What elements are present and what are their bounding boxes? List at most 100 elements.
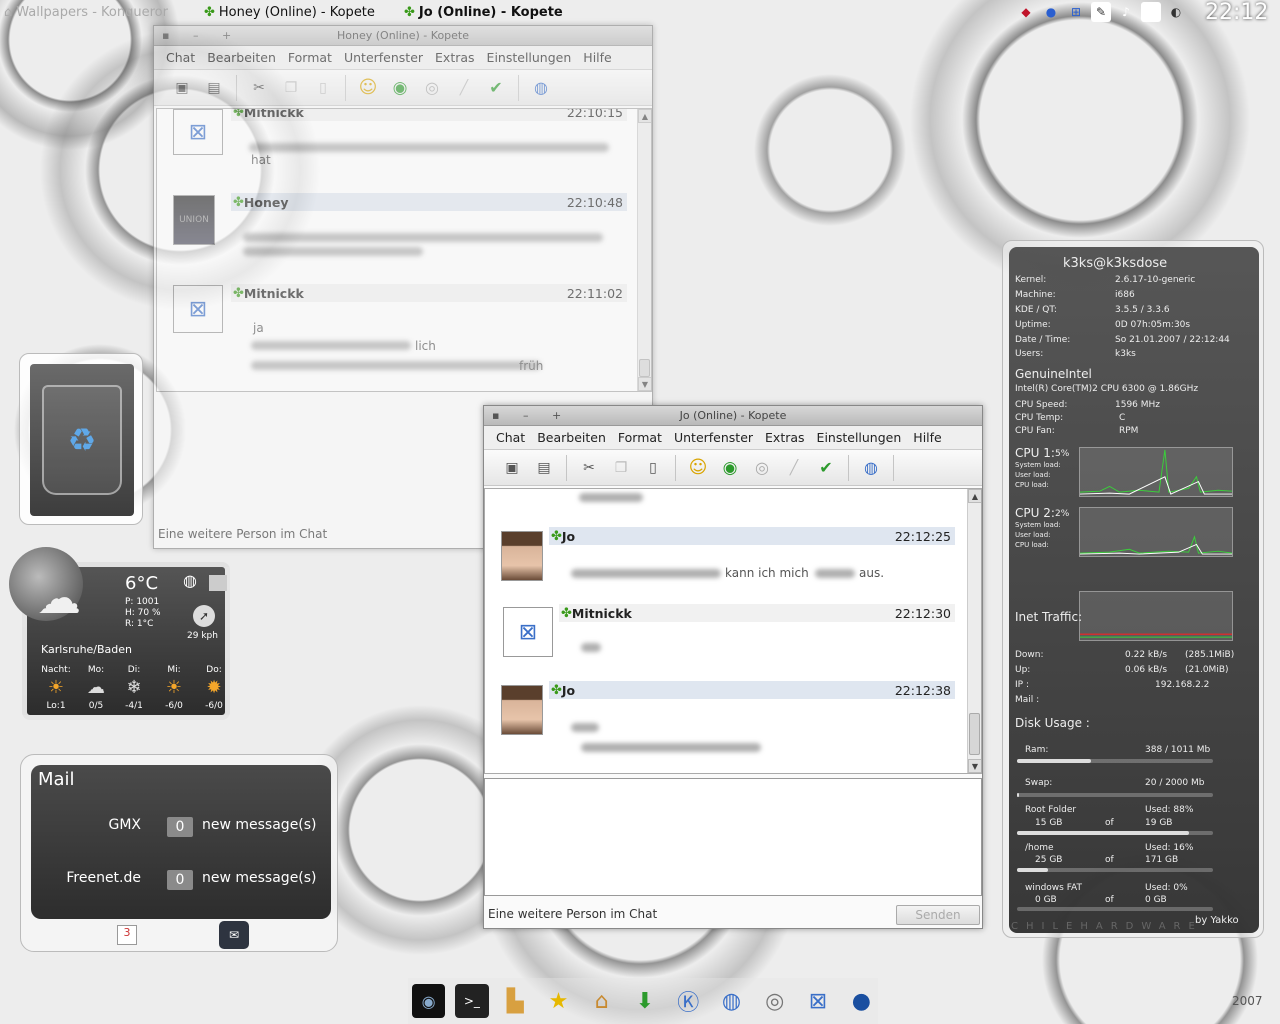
map-icon[interactable] — [209, 575, 227, 591]
network-icon[interactable]: ⊠ — [801, 984, 834, 1018]
menu-format[interactable]: Format — [282, 50, 338, 65]
title-bar[interactable]: ▪ – + Jo (Online) - Kopete — [484, 406, 982, 426]
traffic-graph — [1079, 591, 1233, 641]
paste-icon[interactable]: ▯ — [641, 456, 665, 480]
taskbar-task-honey[interactable]: ✤ Honey (Online) - Kopete — [204, 3, 375, 21]
cut-icon[interactable]: ✂ — [577, 456, 601, 480]
menu-bearbeiten[interactable]: Bearbeiten — [531, 430, 612, 445]
kde-icon[interactable]: Ⓚ — [672, 984, 705, 1018]
network-icon[interactable]: ⊞ — [1066, 2, 1086, 22]
chat-log[interactable]: ✤ Jo 22:12:25 kann ich mich aus. ⊠ ✤ Mit… — [484, 488, 982, 774]
cpu1-graph — [1079, 447, 1233, 497]
camera-icon[interactable]: ◉ — [412, 984, 446, 1018]
envelope-icon[interactable]: ✉ — [219, 921, 249, 949]
ram-value: 388 / 1011 Mb — [1145, 745, 1211, 755]
app-launcher-icon[interactable]: ● — [845, 984, 878, 1018]
load-label: CPU load: — [1015, 541, 1049, 549]
contact-info-icon[interactable]: ◍ — [529, 76, 553, 100]
scroll-thumb[interactable] — [639, 359, 650, 377]
forward-icon[interactable]: ◎ — [420, 76, 444, 100]
smiley-icon[interactable]: ☺ — [356, 76, 380, 100]
menu-bearbeiten[interactable]: Bearbeiten — [201, 50, 282, 65]
forward-icon[interactable]: ◎ — [750, 456, 774, 480]
scroll-down-icon[interactable]: ▼ — [968, 759, 981, 773]
volume-icon[interactable]: ♪ — [1116, 2, 1136, 22]
globe-icon[interactable]: ◍ — [183, 573, 197, 589]
online-status-icon: ✤ — [204, 4, 215, 20]
cut-icon[interactable]: ✂ — [247, 76, 271, 100]
menu-hilfe[interactable]: Hilfe — [577, 50, 617, 65]
clock[interactable]: 22:12 — [1205, 0, 1268, 25]
mail-account-row[interactable]: GMX 0 new message(s) — [31, 817, 331, 839]
contact-info-icon[interactable]: ◍ — [859, 456, 883, 480]
signature-year: 2007 — [1232, 994, 1263, 1008]
send-button[interactable]: Senden — [896, 905, 980, 925]
system-monitor-widget: k3ks@k3ksdose Kernel: 2.6.17-10-generic … — [1002, 240, 1264, 938]
favorites-star-icon[interactable]: ★ — [542, 984, 575, 1018]
globe-icon[interactable]: ● — [1041, 2, 1061, 22]
info-value: 1596 MHz — [1115, 400, 1161, 410]
power-icon[interactable]: ◐ — [1166, 2, 1186, 22]
title-bar[interactable]: ▪ – + Honey (Online) - Kopete — [154, 26, 652, 46]
cloud-icon: ☁ — [87, 677, 105, 698]
calendar-icon[interactable]: 3 — [117, 925, 137, 945]
copy-icon[interactable]: ❐ — [279, 76, 303, 100]
menu-extras[interactable]: Extras — [759, 430, 811, 445]
pen-icon[interactable]: ╱ — [782, 456, 806, 480]
terminal-icon[interactable]: >_ — [455, 984, 489, 1018]
menu-unterfenster[interactable]: Unterfenster — [668, 430, 759, 445]
menu-hilfe[interactable]: Hilfe — [907, 430, 947, 445]
menu-einstellungen[interactable]: Einstellungen — [811, 430, 908, 445]
trash-widget[interactable]: ♻ — [19, 353, 143, 525]
back-icon[interactable]: ◉ — [718, 456, 742, 480]
net-total: (285.1MiB) — [1185, 650, 1235, 660]
ram-label: Ram: — [1025, 745, 1049, 755]
home-icon[interactable]: ⌂ — [585, 984, 618, 1018]
menu-unterfenster[interactable]: Unterfenster — [338, 50, 429, 65]
menu-extras[interactable]: Extras — [429, 50, 481, 65]
message-input[interactable] — [484, 778, 982, 896]
notes-icon[interactable] — [1141, 2, 1161, 22]
download-icon[interactable]: ⬇ — [628, 984, 661, 1018]
wind-speed: 29 kph — [187, 631, 218, 641]
mail-account-row[interactable]: Freenet.de 0 new message(s) — [31, 870, 331, 892]
taskbar-task-jo[interactable]: ✤ Jo (Online) - Kopete — [404, 3, 563, 21]
spellcheck-icon[interactable]: ✔ — [484, 76, 508, 100]
scroll-down-icon[interactable]: ▼ — [638, 377, 651, 391]
separator — [848, 454, 849, 481]
cpu2-graph — [1079, 507, 1233, 557]
menu-format[interactable]: Format — [612, 430, 668, 445]
scroll-up-icon[interactable]: ▲ — [638, 109, 651, 123]
count-label: new message(s) — [202, 870, 317, 886]
print-icon[interactable]: ▤ — [202, 76, 226, 100]
back-icon[interactable]: ◉ — [388, 76, 412, 100]
chat-scrollbar[interactable]: ▲ ▼ — [637, 109, 651, 391]
print-icon[interactable]: ▤ — [532, 456, 556, 480]
menu-einstellungen[interactable]: Einstellungen — [481, 50, 578, 65]
chat-log[interactable]: ⊠ ✤ Mitnickk 22:10:15 hat UNION ✤ Honey … — [156, 108, 652, 392]
chat-window-jo[interactable]: ▪ – + Jo (Online) - Kopete Chat Bearbeit… — [483, 405, 983, 929]
file-manager-icon[interactable]: ▙ — [499, 984, 532, 1018]
menu-chat[interactable]: Chat — [490, 430, 531, 445]
paste-icon[interactable]: ▯ — [311, 76, 335, 100]
separator — [893, 454, 894, 481]
info-value: So 21.01.2007 / 22:12:44 — [1115, 335, 1230, 345]
copy-icon[interactable]: ❐ — [609, 456, 633, 480]
send-file-icon[interactable]: ▣ — [500, 456, 524, 480]
ruby-icon[interactable]: ◆ — [1016, 2, 1036, 22]
scroll-up-icon[interactable]: ▲ — [968, 489, 981, 503]
chat-scrollbar[interactable]: ▲ ▼ — [967, 489, 981, 773]
menu-chat[interactable]: Chat — [160, 50, 201, 65]
trash-icon[interactable]: ♻ — [42, 385, 122, 495]
pen-icon[interactable]: ╱ — [452, 76, 476, 100]
spellcheck-icon[interactable]: ✔ — [814, 456, 838, 480]
taskbar-task-konqueror[interactable]: ⌂ Wallpapers - Konqueror — [4, 3, 168, 21]
hard-disk-icon[interactable]: ◎ — [758, 984, 791, 1018]
clipboard-icon[interactable]: ✎ — [1091, 2, 1111, 22]
scroll-thumb[interactable] — [969, 713, 980, 755]
smiley-icon[interactable]: ☺ — [686, 456, 710, 480]
humidity: H: 70 % — [125, 608, 161, 618]
send-file-icon[interactable]: ▣ — [170, 76, 194, 100]
browser-icon[interactable]: ◍ — [715, 984, 748, 1018]
ip-label: IP : — [1015, 680, 1029, 690]
